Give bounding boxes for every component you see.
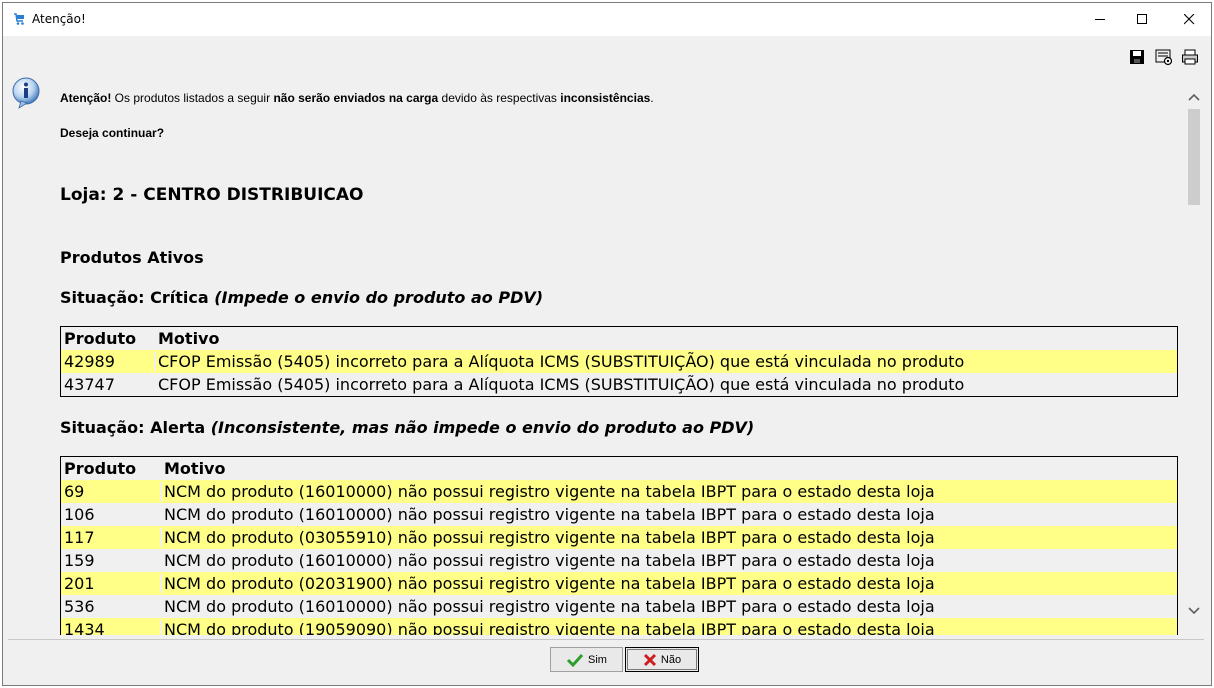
critical-situation-heading: Situação: Crítica (Impede o envio do pro… xyxy=(60,288,543,307)
product-cell: 201 xyxy=(61,574,162,593)
reason-cell: CFOP Emissão (5405) incorreto para a Alí… xyxy=(158,375,965,394)
table-row: 43747 CFOP Emissão (5405) incorreto para… xyxy=(61,373,1177,396)
table-row: 201 NCM do produto (02031900) não possui… xyxy=(61,572,1177,595)
intro-prefix: Atenção! xyxy=(60,91,112,105)
minimize-button[interactable] xyxy=(1077,3,1123,36)
reason-cell: NCM do produto (02031900) não possui reg… xyxy=(164,574,935,593)
title-bar[interactable]: Atenção! xyxy=(3,3,1211,36)
store-heading: Loja: 2 - CENTRO DISTRIBUICAO xyxy=(60,185,364,205)
reason-cell: NCM do produto (16010000) não possui reg… xyxy=(164,597,935,616)
no-button-label: Não xyxy=(660,653,682,666)
reason-cell: NCM do produto (03055910) não possui reg… xyxy=(164,528,935,547)
column-header-product: Produto xyxy=(64,329,137,348)
product-cell: 69 xyxy=(61,482,162,501)
table-row: 106 NCM do produto (16010000) não possui… xyxy=(61,503,1177,526)
save-icon[interactable] xyxy=(1128,48,1146,66)
reason-cell: NCM do produto (19059090) não possui reg… xyxy=(164,620,935,635)
minimize-icon xyxy=(1094,19,1105,20)
reason-cell: NCM do produto (16010000) não possui reg… xyxy=(164,505,935,524)
alert-situation-heading: Situação: Alerta (Inconsistente, mas não… xyxy=(60,418,754,437)
table-row: 117 NCM do produto (03055910) não possui… xyxy=(61,526,1177,549)
maximize-button[interactable] xyxy=(1119,3,1165,36)
dialog-window: Atenção! Atenção! Os produtos listados a… xyxy=(2,2,1212,686)
info-icon xyxy=(12,77,40,109)
window-title: Atenção! xyxy=(32,12,86,26)
confirm-question: Deseja continuar? xyxy=(60,126,165,140)
table-row: 536 NCM do produto (16010000) não possui… xyxy=(61,595,1177,618)
product-cell: 117 xyxy=(61,528,162,547)
column-header-product: Produto xyxy=(64,459,137,478)
cart-icon xyxy=(14,13,24,25)
settings-icon[interactable] xyxy=(1154,47,1174,67)
chevron-up-icon xyxy=(1188,93,1200,101)
intro-end: . xyxy=(650,91,654,105)
reason-cell: CFOP Emissão (5405) incorreto para a Alí… xyxy=(158,352,965,371)
table-row: 69 NCM do produto (16010000) não possui … xyxy=(61,480,1177,503)
vertical-scrollbar[interactable] xyxy=(1184,83,1204,635)
close-icon xyxy=(1183,14,1194,25)
table-header: Produto Motivo xyxy=(61,327,1177,350)
check-icon xyxy=(566,653,584,667)
intro-bold-1: não serão enviados na carga xyxy=(273,91,439,105)
product-cell: 42989 xyxy=(61,352,156,371)
close-button[interactable] xyxy=(1166,3,1211,36)
intro-message: Atenção! Os produtos listados a seguir n… xyxy=(60,91,654,105)
product-cell: 1434 xyxy=(61,620,162,635)
product-cell: 106 xyxy=(64,505,95,524)
intro-bold-2: inconsistências xyxy=(560,91,651,105)
product-cell: 43747 xyxy=(64,375,115,394)
table-header: Produto Motivo xyxy=(61,457,1177,480)
product-cell: 159 xyxy=(64,551,95,570)
column-header-reason: Motivo xyxy=(164,459,226,478)
product-cell: 536 xyxy=(64,597,95,616)
yes-button-label: Sim xyxy=(588,653,607,666)
alert-label: Situação: Alerta xyxy=(60,418,211,437)
table-row: 1434 NCM do produto (19059090) não possu… xyxy=(61,618,1177,635)
critical-label: Situação: Crítica xyxy=(60,288,215,307)
critical-note: (Impede o envio do produto ao PDV) xyxy=(214,288,544,307)
scroll-thumb[interactable] xyxy=(1188,109,1200,205)
alert-note: (Inconsistente, mas não impede o envio d… xyxy=(210,418,755,437)
print-icon[interactable] xyxy=(1181,48,1199,66)
intro-text-1: Os produtos listados a seguir xyxy=(111,91,274,105)
button-bar: Sim Não xyxy=(8,639,1204,683)
scroll-up-button[interactable] xyxy=(1184,87,1204,107)
maximize-icon xyxy=(1136,14,1147,24)
intro-text-2: devido às respectivas xyxy=(438,91,561,105)
critical-table: Produto Motivo 42989 CFOP Emissão (5405)… xyxy=(60,326,1178,397)
table-row: 42989 CFOP Emissão (5405) incorreto para… xyxy=(61,350,1177,373)
scroll-down-button[interactable] xyxy=(1184,601,1204,621)
table-row: 159 NCM do produto (16010000) não possui… xyxy=(61,549,1177,572)
chevron-down-icon xyxy=(1188,607,1200,615)
alert-table: Produto Motivo 69 NCM do produto (160100… xyxy=(60,456,1178,635)
cross-icon xyxy=(643,653,656,666)
column-header-reason: Motivo xyxy=(158,329,220,348)
yes-button[interactable]: Sim xyxy=(550,647,623,672)
reason-cell: NCM do produto (16010000) não possui reg… xyxy=(164,551,935,570)
no-button[interactable]: Não xyxy=(625,647,699,672)
reason-cell: NCM do produto (16010000) não possui reg… xyxy=(164,482,935,501)
message-content: Atenção! Os produtos listados a seguir n… xyxy=(47,83,1183,635)
section-heading: Produtos Ativos xyxy=(60,248,204,267)
